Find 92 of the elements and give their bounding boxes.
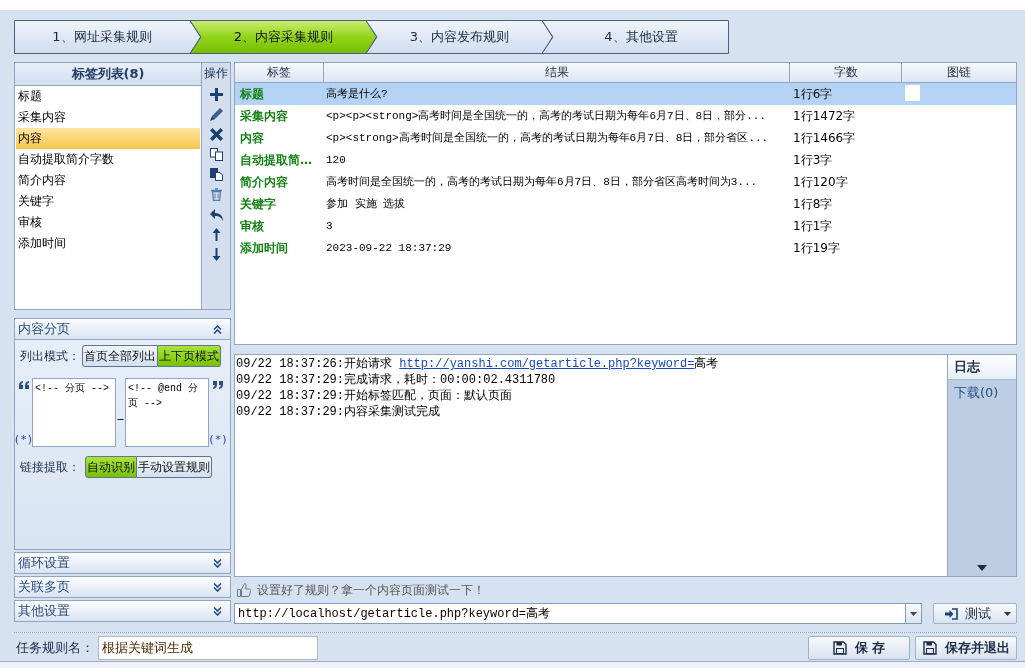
triangle-down-icon[interactable] (977, 565, 987, 571)
result-cell-text: 参加 实施 选拔 (325, 197, 407, 212)
wildcard-label: (*) (208, 433, 228, 446)
tag-list-item[interactable]: 采集内容 (16, 107, 200, 128)
step-tab[interactable]: 1、网址采集规则 (14, 20, 201, 54)
field-label: 任务规则名： (16, 639, 94, 657)
log-line: 09/22 18:37:26:开始请求 http://yanshi.com/getarticle.php?keyword=高考 (236, 356, 720, 372)
toggle-option[interactable]: 自动识别 (85, 456, 137, 478)
end-marker-field[interactable]: <!-- @end 分页 --> (125, 378, 209, 447)
tag-list-item[interactable]: 关键字 (16, 191, 200, 212)
table-row[interactable]: 标题 高考是什么? 1行6字 (235, 83, 1016, 105)
test-button[interactable]: 测试 (933, 603, 1017, 624)
count-cell-text: 1行1466字 (792, 130, 857, 147)
list-header: 标签列表(8) (15, 63, 201, 86)
column-header[interactable]: 结果 (324, 63, 790, 83)
section-header[interactable]: 循环设置 (14, 552, 231, 574)
hint-text: 设置好了规则？拿一个内容页面测试一下！ (257, 581, 485, 599)
tag-cell-text: 采集内容 (239, 108, 289, 125)
result-cell-text: <p><strong>高考时间是全国统一的，高考的考试日期为每年6月7日、8日，部分省区... (325, 131, 770, 146)
joiner-mark: _ (117, 405, 124, 420)
tag-cell-text: 标题 (239, 86, 265, 103)
step-tab[interactable]: 3、内容发布规则 (366, 20, 553, 54)
result-cell-text: 高考是什么? (325, 87, 389, 102)
tag-cell-text: 关键字 (239, 196, 277, 213)
column-header[interactable]: 标签 (235, 63, 324, 83)
arrow-into-bracket-icon (944, 607, 959, 620)
tag-cell-text: 审核 (239, 218, 265, 235)
paste-icon[interactable] (209, 168, 223, 181)
log-line: 09/22 18:37:29:开始标签匹配，页面：默认页面 (236, 388, 514, 404)
column-header[interactable]: 字数 (790, 63, 902, 83)
save-button[interactable]: 保 存 (808, 636, 910, 660)
toggle-option[interactable]: 首页全部列出 (82, 345, 158, 367)
toolbar-header: 操作 (204, 65, 228, 82)
log-line: 09/22 18:37:29:内容采集测试完成 (236, 404, 442, 420)
tag-list-item[interactable]: 标题 (16, 86, 200, 107)
log-link[interactable]: http://yanshi.com/getarticle.php?keyword= (399, 357, 695, 371)
task-name-field[interactable]: 根据关键词生成 (98, 636, 318, 660)
save-button[interactable]: 保存并退出 (915, 636, 1017, 660)
result-cell-text: <p><p><strong>高考时间是全国统一的，高考的考试日期为每年6月7日、8日，部分... (325, 109, 768, 124)
tag-list-item[interactable]: 简介内容 (16, 170, 200, 191)
caret-down-icon[interactable] (1004, 611, 1011, 616)
column-header[interactable]: 图链 (902, 63, 1016, 83)
tag-list-item[interactable]: 审核 (16, 212, 200, 233)
result-cell-text: 3 (325, 219, 334, 234)
step-tab[interactable]: 4、其他设置 (542, 20, 729, 54)
count-cell-text: 1行120字 (792, 174, 849, 191)
tag-list-item[interactable]: 添加时间 (16, 233, 200, 254)
quote-open-icon (18, 381, 29, 389)
image-link-field[interactable] (905, 85, 920, 101)
tag-list-item[interactable]: 自动提取简介字数 (16, 149, 200, 170)
toggle-option[interactable]: 手动设置规则 (137, 456, 212, 478)
tag-list-item[interactable]: 内容 (16, 128, 200, 149)
wildcard-label: (*) (13, 433, 34, 446)
tag-cell-text: 简介内容 (239, 174, 289, 191)
url-field[interactable]: http://localhost/getarticle.php?keyword=高考 (234, 603, 906, 624)
caret-down-icon (910, 611, 918, 616)
plus-icon[interactable] (209, 88, 223, 101)
count-cell-text: 1行19字 (792, 240, 841, 257)
count-cell-text: 1行1字 (792, 218, 834, 235)
quote-close-icon (213, 381, 223, 389)
section-header[interactable]: 其他设置 (14, 600, 231, 622)
count-cell-text: 1行3字 (792, 152, 834, 169)
count-cell-text: 1行1472字 (792, 108, 857, 125)
dropdown-button[interactable] (905, 603, 923, 624)
log-line: 09/22 18:37:29:完成请求，耗时：00:00:02.4311780 (236, 372, 557, 388)
copy-icon[interactable] (209, 148, 223, 161)
side-tab[interactable]: 下载(0) (948, 380, 1016, 405)
toggle-option[interactable]: 上下页模式 (158, 345, 221, 367)
count-cell-text: 1行6字 (792, 86, 834, 103)
result-cell-text: 高考时间是全国统一的，高考的考试日期为每年6月7日、8日，部分省区高考时间为3... (325, 175, 759, 190)
double-chevron-down-icon[interactable] (213, 558, 222, 568)
thumbs-up-icon (237, 583, 251, 597)
close-icon[interactable] (209, 128, 223, 141)
start-marker-field[interactable]: <!-- 分页 --> (32, 378, 116, 447)
trash-icon[interactable] (209, 188, 223, 201)
result-cell-text: 120 (325, 153, 347, 168)
double-chevron-up-icon[interactable] (213, 324, 222, 334)
tag-cell-text: 内容 (239, 130, 265, 147)
count-cell-text: 1行8字 (792, 196, 834, 213)
undo-icon[interactable] (209, 208, 223, 221)
pencil-icon[interactable] (209, 108, 223, 121)
tag-cell-text: 添加时间 (239, 240, 289, 257)
field-label: 列出模式： (20, 347, 80, 365)
section-header[interactable]: 关联多页 (14, 576, 231, 598)
double-chevron-down-icon[interactable] (213, 582, 222, 592)
side-tab[interactable]: 日志 (948, 355, 1016, 380)
section-header[interactable]: 内容分页 (14, 318, 231, 340)
tag-cell-text: 自动提取简… (239, 152, 313, 169)
step-tab[interactable]: 2、内容采集规则 (190, 20, 377, 54)
result-cell-text: 2023-09-22 18:37:29 (325, 241, 453, 256)
double-chevron-down-icon[interactable] (213, 606, 222, 616)
field-label: 链接提取： (20, 458, 80, 476)
